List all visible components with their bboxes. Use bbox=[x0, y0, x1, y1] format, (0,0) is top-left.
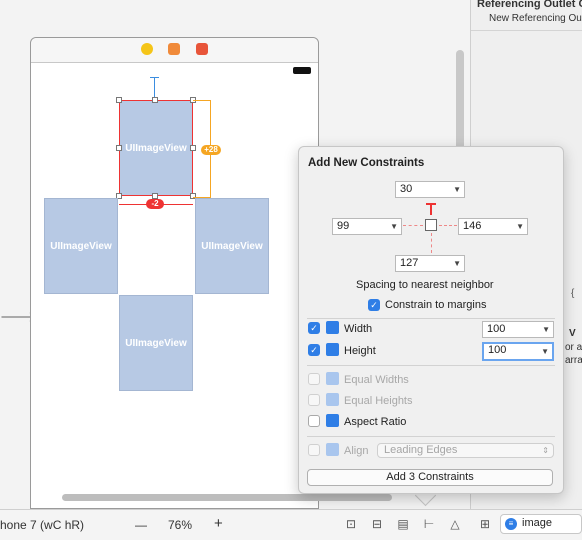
bottom-spacing-field[interactable]: 127 ▼ bbox=[395, 255, 465, 272]
constrain-margins-checkbox[interactable]: ✓ bbox=[368, 299, 380, 311]
top-pin-cap bbox=[426, 203, 436, 205]
divider bbox=[307, 436, 555, 437]
popover-title: Add New Constraints bbox=[308, 157, 425, 169]
entry-point-arrow: ⟶ bbox=[0, 301, 38, 331]
align-select[interactable]: Leading Edges ⇕ bbox=[377, 443, 554, 458]
image-view-label: UIImageView bbox=[125, 142, 187, 154]
dropdown-arrow-icon[interactable]: ▼ bbox=[516, 219, 524, 234]
divider bbox=[307, 318, 555, 319]
left-pin-icon[interactable] bbox=[403, 225, 423, 226]
align-select-value: Leading Edges bbox=[384, 444, 458, 456]
stepper-icon: ⇕ bbox=[542, 446, 549, 455]
image-view-selected[interactable]: UIImageView bbox=[119, 100, 193, 196]
zoom-level: 76% bbox=[168, 518, 193, 532]
height-label: Height bbox=[344, 345, 376, 357]
zoom-out-button[interactable]: — bbox=[135, 518, 147, 532]
horizontal-scrollbar[interactable] bbox=[62, 494, 392, 501]
bottom-pin-icon[interactable] bbox=[431, 233, 432, 253]
library-text-fragment: or a bbox=[565, 342, 582, 353]
image-view[interactable]: UIImageView bbox=[119, 295, 193, 391]
filter-icon: ≡ bbox=[505, 518, 517, 530]
bottom-spacing-value: 127 bbox=[400, 257, 419, 269]
spacing-label: Spacing to nearest neighbor bbox=[356, 279, 494, 291]
zoom-in-button[interactable]: + bbox=[214, 515, 223, 532]
library-text-fragment: arra bbox=[565, 355, 582, 366]
referencing-outlet-heading: Referencing Outlet C bbox=[477, 0, 582, 10]
bottom-toolbar: hone 7 (wC hR) — 76% + ⊡ ⊟ ▤ ⊢ △ ⊞ ≡ ima… bbox=[0, 509, 582, 540]
right-spacing-field[interactable]: 146 ▼ bbox=[458, 218, 528, 235]
image-view-label: UIImageView bbox=[125, 337, 187, 349]
equal-widths-icon bbox=[326, 372, 339, 385]
left-spacing-value: 99 bbox=[337, 220, 350, 232]
grid-view-icon[interactable]: ⊞ bbox=[477, 517, 493, 531]
add-constraints-icon[interactable]: ⊢ bbox=[421, 517, 437, 531]
dropdown-arrow-icon[interactable]: ▼ bbox=[453, 182, 461, 197]
width-constraint-icon bbox=[326, 321, 339, 334]
divider bbox=[471, 30, 582, 31]
resize-handle[interactable] bbox=[116, 97, 122, 103]
aspect-ratio-label: Aspect Ratio bbox=[344, 416, 407, 428]
align-label: Align bbox=[344, 445, 369, 457]
new-referencing-outlet[interactable]: New Referencing Outlet bbox=[489, 13, 582, 24]
view-controller-icon[interactable] bbox=[141, 43, 153, 55]
library-filter-value: image bbox=[522, 517, 552, 529]
resize-handle[interactable] bbox=[190, 145, 196, 151]
braces-icon: { bbox=[571, 288, 575, 299]
top-spacing-value: 30 bbox=[400, 183, 413, 195]
resolve-issues-icon[interactable]: △ bbox=[447, 517, 463, 531]
image-view[interactable]: UIImageView bbox=[195, 198, 269, 294]
dropdown-arrow-icon[interactable]: ▼ bbox=[541, 344, 549, 359]
align-tool-icon[interactable]: ▤ bbox=[395, 517, 411, 531]
dropdown-arrow-icon[interactable]: ▼ bbox=[542, 322, 550, 337]
battery-icon bbox=[293, 67, 311, 74]
constraint-badge-red: -2 bbox=[146, 199, 164, 209]
embed-in-stack-icon[interactable]: ⊡ bbox=[343, 517, 359, 531]
equal-heights-label: Equal Heights bbox=[344, 395, 413, 407]
dropdown-arrow-icon[interactable]: ▼ bbox=[453, 256, 461, 271]
resize-handle[interactable] bbox=[152, 97, 158, 103]
scene-dock bbox=[31, 38, 318, 63]
width-checkbox[interactable]: ✓ bbox=[308, 322, 320, 334]
top-constraint-cap bbox=[150, 77, 159, 78]
device-config-label[interactable]: hone 7 (wC hR) bbox=[0, 518, 84, 532]
align-checkbox[interactable] bbox=[308, 444, 320, 456]
dropdown-arrow-icon[interactable]: ▼ bbox=[390, 219, 398, 234]
equal-widths-checkbox[interactable] bbox=[308, 373, 320, 385]
left-spacing-field[interactable]: 99 ▼ bbox=[332, 218, 402, 235]
constrain-margins-label: Constrain to margins bbox=[385, 299, 487, 311]
width-label: Width bbox=[344, 323, 373, 335]
right-pin-icon[interactable] bbox=[439, 225, 457, 226]
equal-widths-label: Equal Widths bbox=[344, 374, 409, 386]
first-responder-icon[interactable] bbox=[168, 43, 180, 55]
height-checkbox[interactable]: ✓ bbox=[308, 344, 320, 356]
library-text-fragment: V bbox=[569, 328, 576, 339]
update-frames-icon[interactable]: ⊟ bbox=[369, 517, 385, 531]
align-icon bbox=[326, 443, 339, 456]
top-spacing-field[interactable]: 30 ▼ bbox=[395, 181, 465, 198]
aspect-ratio-icon bbox=[326, 414, 339, 427]
width-value: 100 bbox=[487, 323, 506, 335]
top-constraint-line bbox=[154, 77, 155, 97]
spacing-guide bbox=[193, 100, 211, 101]
divider bbox=[307, 365, 555, 366]
add-new-constraints-popover: Add New Constraints 30 ▼ 99 ▼ 146 ▼ 127 ▼ Sp… bbox=[298, 146, 564, 494]
equal-heights-checkbox[interactable] bbox=[308, 394, 320, 406]
library-filter-field[interactable]: ≡ image bbox=[500, 514, 582, 534]
equal-heights-icon bbox=[326, 393, 339, 406]
height-value: 100 bbox=[488, 344, 507, 356]
image-view[interactable]: UIImageView bbox=[44, 198, 118, 294]
add-constraints-button[interactable]: Add 3 Constraints bbox=[307, 469, 553, 486]
height-field[interactable]: 100 ▼ bbox=[482, 342, 554, 361]
width-field[interactable]: 100 ▼ bbox=[482, 321, 554, 338]
aspect-ratio-checkbox[interactable] bbox=[308, 415, 320, 427]
image-view-label: UIImageView bbox=[50, 240, 112, 252]
exit-icon[interactable] bbox=[196, 43, 208, 55]
constraint-badge-orange: +28 bbox=[201, 145, 221, 155]
right-spacing-value: 146 bbox=[463, 220, 482, 232]
height-constraint-icon bbox=[326, 343, 339, 356]
resize-handle[interactable] bbox=[116, 145, 122, 151]
constraint-center-box bbox=[425, 219, 437, 231]
image-view-label: UIImageView bbox=[201, 240, 263, 252]
